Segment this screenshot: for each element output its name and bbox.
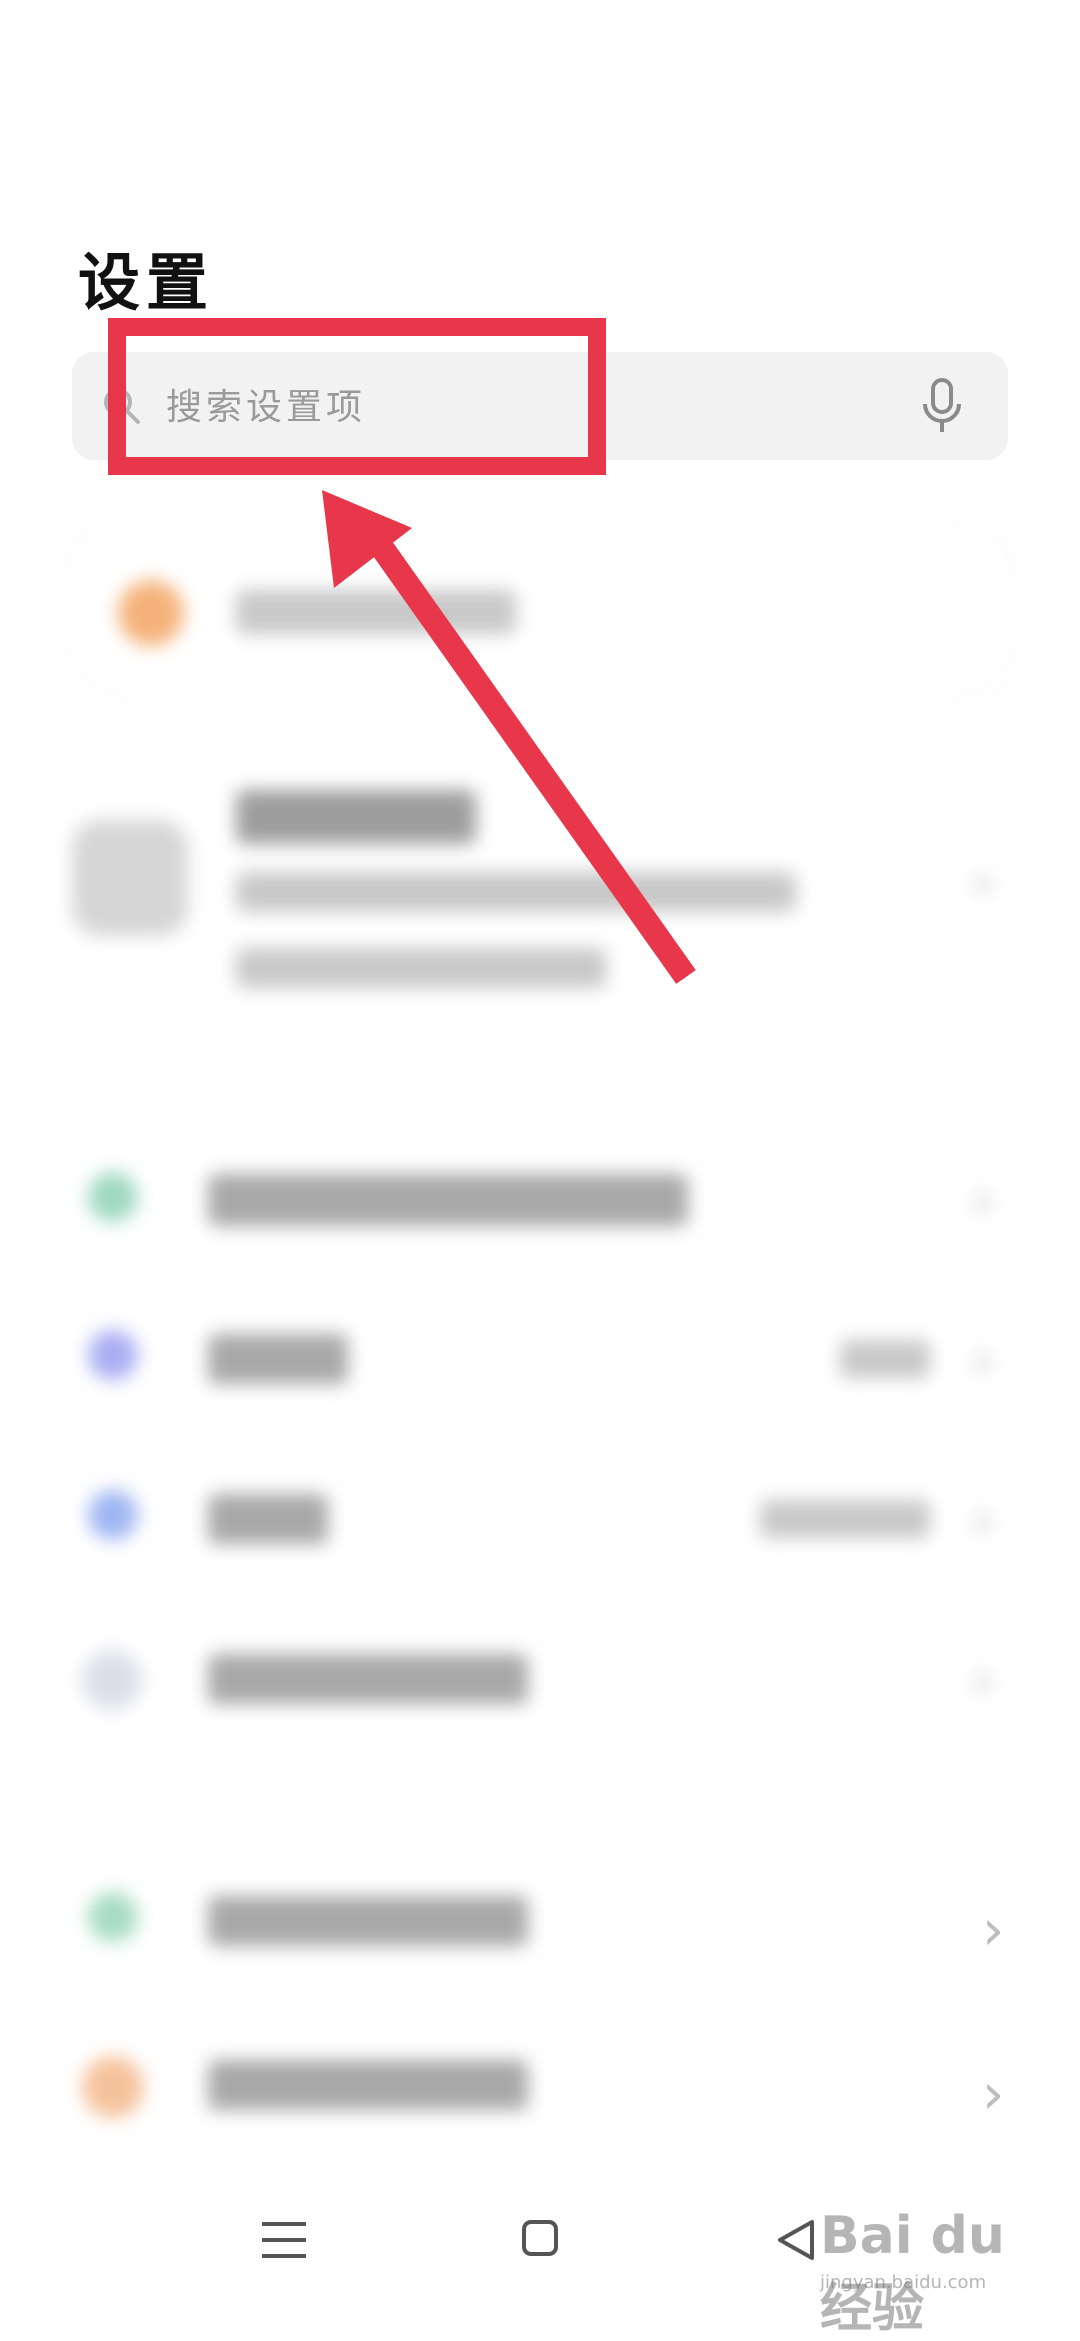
account-avatar[interactable]: [72, 820, 188, 936]
watermark-sub: jingyan.baidu.com: [820, 2272, 987, 2293]
page-title: 设置: [78, 246, 215, 319]
suggestion-icon: [118, 580, 184, 646]
search-input[interactable]: [164, 370, 848, 444]
chevron-right-icon: ›: [982, 1898, 1005, 1963]
search-icon: [104, 388, 140, 424]
watermark: Bai du 经验 jingyan.baidu.com: [820, 2178, 1070, 2339]
microphone-icon[interactable]: [920, 378, 964, 434]
chevron-right-icon: ›: [982, 2062, 1005, 2127]
annotation-arrow: [322, 490, 696, 984]
menu-icon[interactable]: [244, 2200, 324, 2280]
suggestion-card[interactable]: [72, 522, 1010, 696]
home-icon[interactable]: [500, 2200, 580, 2280]
